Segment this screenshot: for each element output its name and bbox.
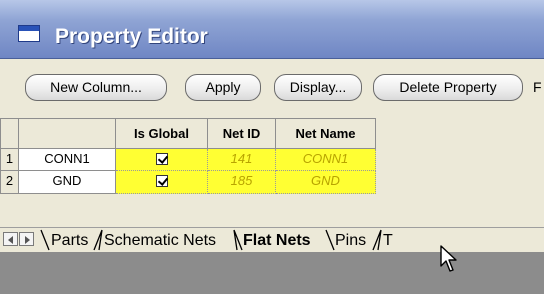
column-header-net-id[interactable]: Net ID bbox=[208, 118, 276, 149]
tab-divider bbox=[40, 229, 50, 251]
title-bar[interactable]: Property Editor bbox=[0, 0, 544, 59]
delete-property-button[interactable]: Delete Property bbox=[373, 74, 523, 101]
tab-flat-nets[interactable]: Flat Nets bbox=[243, 231, 311, 251]
table-cell-net-id[interactable]: 185 bbox=[208, 171, 276, 194]
table-cell-net-id[interactable]: 141 bbox=[208, 149, 276, 171]
table-cell-net-name[interactable]: CONN1 bbox=[276, 149, 376, 171]
window-icon bbox=[18, 25, 40, 42]
display-button[interactable]: Display... bbox=[274, 74, 362, 101]
tab-next-truncated[interactable]: T bbox=[383, 231, 393, 251]
tab-divider bbox=[93, 229, 103, 251]
is-global-checkbox[interactable] bbox=[155, 152, 168, 165]
tab-pins[interactable]: Pins bbox=[335, 231, 366, 251]
is-global-checkbox[interactable] bbox=[155, 174, 168, 187]
property-grid: Is Global Net ID Net Name 1 CONN1 141 CO… bbox=[0, 118, 544, 212]
table-cell-name[interactable]: CONN1 bbox=[19, 149, 116, 171]
row-header[interactable]: 1 bbox=[0, 149, 19, 171]
column-header-name[interactable] bbox=[19, 118, 116, 149]
grid-corner[interactable] bbox=[0, 118, 19, 149]
apply-button[interactable]: Apply bbox=[185, 74, 261, 101]
row-header[interactable]: 2 bbox=[0, 171, 19, 194]
new-column-button[interactable]: New Column... bbox=[25, 74, 167, 101]
mouse-cursor-icon bbox=[440, 245, 457, 272]
tab-divider bbox=[325, 229, 335, 251]
property-editor-window: Property Editor New Column... Apply Disp… bbox=[0, 0, 544, 294]
table-cell-is-global[interactable] bbox=[116, 149, 208, 171]
tab-parts[interactable]: Parts bbox=[51, 231, 88, 251]
tab-schematic-nets[interactable]: Schematic Nets bbox=[104, 231, 216, 251]
table-cell-net-name[interactable]: GND bbox=[276, 171, 376, 194]
table-cell-is-global[interactable] bbox=[116, 171, 208, 194]
tab-divider bbox=[372, 229, 382, 251]
tab-scroll-left-icon[interactable] bbox=[3, 232, 18, 246]
column-header-net-name[interactable]: Net Name bbox=[276, 118, 376, 149]
table-cell-name[interactable]: GND bbox=[19, 171, 116, 194]
window-bottom-area bbox=[0, 252, 544, 294]
toolbar-overflow-label[interactable]: F bbox=[533, 79, 542, 95]
column-header-is-global[interactable]: Is Global bbox=[116, 118, 208, 149]
tab-scroll-right-icon[interactable] bbox=[19, 232, 34, 246]
tab-divider bbox=[233, 229, 243, 251]
window-title: Property Editor bbox=[55, 25, 208, 48]
